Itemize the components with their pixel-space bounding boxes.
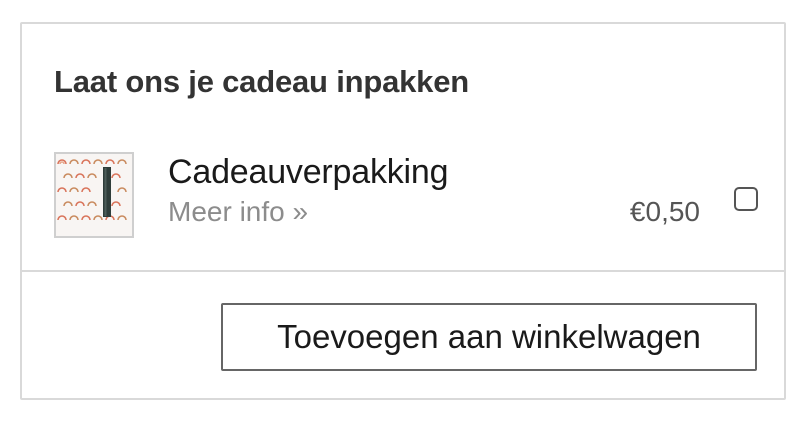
add-to-cart-button[interactable]: Toevoegen aan winkelwagen [221,303,757,371]
gift-wrap-card: Laat ons je cadeau inpakken Cadeauverpak… [20,22,786,400]
product-name: Cadeauverpakking [168,153,449,191]
gift-wrap-thumbnail [54,152,134,238]
rainbow-pattern-icon [56,154,132,236]
card-title: Laat ons je cadeau inpakken [54,64,469,99]
gift-wrap-checkbox[interactable] [734,187,758,211]
more-info-link[interactable]: Meer info » [168,196,308,228]
divider [22,270,784,272]
product-price: €0,50 [629,196,700,227]
